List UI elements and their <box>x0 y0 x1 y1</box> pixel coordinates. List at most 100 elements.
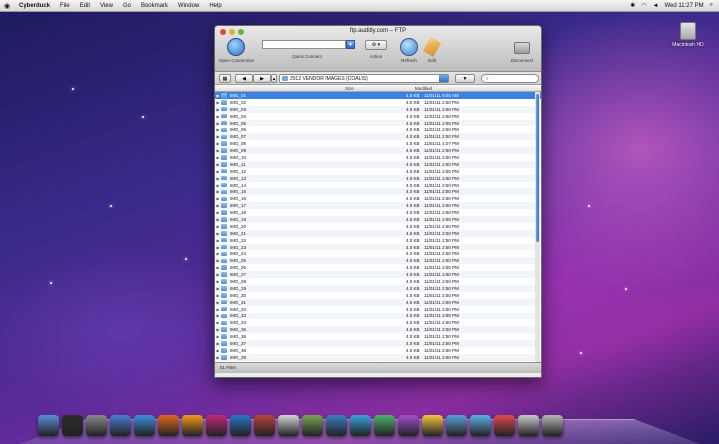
acrobat-icon[interactable] <box>278 415 299 436</box>
open-connection-button[interactable]: Open Connection <box>219 38 254 63</box>
file-row[interactable]: ▶ IMG_39 4.0 KB 11/01/11 2:50 PM <box>215 353 541 361</box>
dreamweaver-icon[interactable] <box>374 415 395 436</box>
menu-bookmark[interactable]: Bookmark <box>136 3 173 9</box>
itunes-icon[interactable] <box>110 415 131 436</box>
menu-help[interactable]: Help <box>204 3 226 9</box>
menu-window[interactable]: Window <box>173 3 204 9</box>
quick-connect-input[interactable] <box>262 40 346 49</box>
file-row[interactable]: ▶ IMG_38 4.0 KB 11/01/11 2:50 PM <box>215 347 541 354</box>
file-row[interactable]: ▶ IMG_37 4.0 KB 11/01/11 2:50 PM <box>215 340 541 347</box>
file-row[interactable]: ▶ IMG_13 4.0 KB 11/01/11 2:50 PM <box>215 174 541 182</box>
menu-app-name[interactable]: Cyberduck <box>14 3 55 9</box>
file-row[interactable]: ▶ IMG_31 4.0 KB 11/01/11 2:50 PM <box>215 298 541 306</box>
file-modified: 11/01/11 2:50 PM <box>424 327 459 333</box>
bridge-icon[interactable] <box>254 415 275 436</box>
finder-icon[interactable] <box>38 415 59 436</box>
file-row[interactable]: ▶ IMG_07 4.0 KB 11/01/11 2:50 PM <box>215 133 541 141</box>
file-row[interactable]: ▶ IMG_08 4.0 KB 11/01/11 4:07 PM <box>215 140 541 147</box>
apple-menu-icon[interactable]: ◉ <box>0 2 14 10</box>
menu-go[interactable]: Go <box>118 3 136 9</box>
menu-file[interactable]: File <box>55 3 75 9</box>
clock[interactable]: Wed 11:27 PM <box>664 3 703 9</box>
up-button[interactable]: ▴ <box>271 74 277 83</box>
menu-view[interactable]: View <box>95 3 118 9</box>
file-row[interactable]: ▶ IMG_12 4.0 KB 11/01/11 2:50 PM <box>215 168 541 175</box>
file-row[interactable]: ▶ IMG_04 4.0 KB 11/01/11 2:50 PM <box>215 113 541 120</box>
file-row[interactable]: ▶ IMG_33 4.0 KB 11/01/11 2:50 PM <box>215 312 541 320</box>
file-row[interactable]: ▶ IMG_30 4.0 KB 11/01/11 2:50 PM <box>215 292 541 299</box>
indesign-icon[interactable] <box>206 415 227 436</box>
file-row[interactable]: ▶ IMG_14 4.0 KB 11/01/11 2:50 PM <box>215 182 541 189</box>
file-row[interactable]: ▶ IMG_35 4.0 KB 11/01/11 2:50 PM <box>215 326 541 334</box>
macintosh-hd-icon[interactable]: Macintosh HD <box>668 22 708 48</box>
forward-button[interactable]: ▶ <box>253 74 271 83</box>
file-row[interactable]: ▶ IMG_26 4.0 KB 11/01/11 2:50 PM <box>215 264 541 271</box>
back-button[interactable]: ◀ <box>235 74 253 83</box>
file-row[interactable]: ▶ IMG_18 4.0 KB 11/01/11 2:50 PM <box>215 209 541 216</box>
file-row[interactable]: ▶ IMG_24 4.0 KB 11/01/11 2:50 PM <box>215 250 541 257</box>
refresh-button[interactable]: Refresh <box>397 38 421 63</box>
spotlight-icon[interactable]: ⌕ <box>710 2 713 9</box>
volume-icon[interactable]: ◄ <box>653 3 659 9</box>
file-row[interactable]: ▶ IMG_28 4.0 KB 11/01/11 2:50 PM <box>215 278 541 285</box>
file-row[interactable]: ▶ IMG_27 4.0 KB 11/01/11 2:50 PM <box>215 271 541 279</box>
search-input[interactable]: ⌕ <box>481 74 539 83</box>
file-row[interactable]: ▶ IMG_11 4.0 KB 11/01/11 2:50 PM <box>215 160 541 168</box>
file-row[interactable]: ▶ IMG_22 4.0 KB 11/01/11 2:50 PM <box>215 237 541 244</box>
file-row[interactable]: ▶ IMG_06 4.0 KB 11/01/11 2:50 PM <box>215 126 541 133</box>
firefox-icon[interactable] <box>158 415 179 436</box>
illustrator-icon[interactable] <box>182 415 203 436</box>
calendar-icon[interactable] <box>494 415 515 436</box>
folder-icon <box>221 251 227 257</box>
encoding-button[interactable]: ▼ <box>455 74 475 83</box>
trash-icon[interactable] <box>542 415 563 436</box>
path-selector[interactable]: 2012 VENDOR IMAGES (COALIS) <box>279 74 449 83</box>
dashboard-icon[interactable] <box>62 415 83 436</box>
ichat-icon[interactable] <box>350 415 371 436</box>
file-row[interactable]: ▶ IMG_23 4.0 KB 11/01/11 2:50 PM <box>215 243 541 251</box>
quick-connect-dropdown[interactable]: ▼ <box>346 40 355 49</box>
file-row[interactable]: ▶ IMG_21 4.0 KB 11/01/11 2:50 PM <box>215 229 541 237</box>
cyberduck-icon[interactable] <box>422 415 443 436</box>
disconnect-button[interactable]: Disconnect <box>505 38 539 63</box>
size-column-header[interactable]: Size <box>345 86 354 91</box>
isync-icon[interactable] <box>326 415 347 436</box>
file-row[interactable]: ▶ IMG_32 4.0 KB 11/01/11 2:50 PM <box>215 306 541 313</box>
modified-column-header[interactable]: Modified <box>415 86 432 91</box>
file-row[interactable]: ▶ IMG_25 4.0 KB 11/01/11 2:50 PM <box>215 257 541 265</box>
fireworks-icon[interactable] <box>398 415 419 436</box>
file-row[interactable]: ▶ IMG_01 4.0 KB 11/01/11 9:03 AM <box>215 92 541 99</box>
file-row[interactable]: ▶ IMG_29 4.0 KB 11/01/11 2:50 PM <box>215 284 541 292</box>
file-list[interactable]: ▶ IMG_01 4.0 KB 11/01/11 9:03 AM ▶ IMG_02 4.0 … <box>215 92 541 362</box>
vertical-scrollbar[interactable] <box>535 92 540 362</box>
edit-button[interactable]: Edit <box>422 37 442 63</box>
safari-icon[interactable] <box>134 415 155 436</box>
menu-edit[interactable]: Edit <box>75 3 95 9</box>
toggle-sidebar-button[interactable]: ▦ <box>219 74 231 83</box>
file-row[interactable]: ▶ IMG_36 4.0 KB 11/01/11 2:50 PM <box>215 333 541 340</box>
folder-icon <box>221 189 227 195</box>
file-row[interactable]: ▶ IMG_19 4.0 KB 11/01/11 2:50 PM <box>215 216 541 223</box>
file-row[interactable]: ▶ IMG_05 4.0 KB 11/01/11 2:50 PM <box>215 119 541 127</box>
wifi-icon[interactable]: ◠ <box>641 2 646 9</box>
file-row[interactable]: ▶ IMG_02 4.0 KB 11/01/11 2:50 PM <box>215 99 541 106</box>
file-row[interactable]: ▶ IMG_20 4.0 KB 11/01/11 2:50 PM <box>215 223 541 230</box>
system-preferences-icon[interactable] <box>86 415 107 436</box>
network-icon[interactable] <box>446 415 467 436</box>
file-row[interactable]: ▶ IMG_10 4.0 KB 11/01/11 2:50 PM <box>215 154 541 161</box>
photoshop-icon[interactable] <box>230 415 251 436</box>
messages-icon[interactable] <box>470 415 491 436</box>
scroll-thumb[interactable] <box>536 94 539 242</box>
action-menu-button[interactable]: ⚙ ▾ <box>365 40 387 50</box>
iphoto-icon[interactable] <box>302 415 323 436</box>
title-bar[interactable]: ftp.auditly.com – FTP Open Connection ▼ … <box>215 26 541 72</box>
file-row[interactable]: ▶ IMG_34 4.0 KB 11/01/11 2:50 PM <box>215 319 541 326</box>
file-row[interactable]: ▶ IMG_17 4.0 KB 11/01/11 2:50 PM <box>215 202 541 210</box>
file-row[interactable]: ▶ IMG_03 4.0 KB 11/01/11 2:50 PM <box>215 105 541 113</box>
file-row[interactable]: ▶ IMG_16 4.0 KB 11/01/11 2:50 PM <box>215 195 541 202</box>
file-row[interactable]: ▶ IMG_09 4.0 KB 11/01/11 2:50 PM <box>215 147 541 155</box>
file-row[interactable]: ▶ IMG_15 4.0 KB 11/01/11 2:50 PM <box>215 188 541 196</box>
file-size: 4.0 KB <box>406 216 420 222</box>
bluetooth-icon[interactable]: ✱ <box>630 2 635 9</box>
stack-icon[interactable] <box>518 415 539 436</box>
